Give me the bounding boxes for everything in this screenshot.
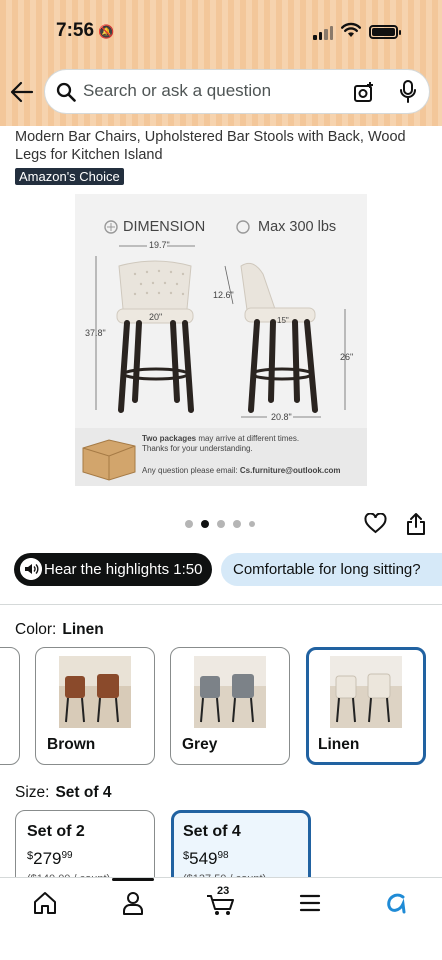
package-text-2: Thanks for your understanding. [142, 444, 253, 453]
size-label-row: Size: Set of 4 [15, 784, 111, 802]
dim-top-width: 19.7" [149, 240, 170, 250]
color-label-row: Color: Linen [15, 621, 104, 639]
swatch-name-grey: Grey [182, 736, 218, 753]
swatch-name-brown: Brown [47, 736, 96, 753]
swatch-image-grey [194, 656, 266, 728]
email-prefix: Any question please email: [142, 466, 240, 475]
dim-back: 12.6" [213, 290, 234, 300]
microphone-icon[interactable] [399, 80, 417, 104]
package-text: may arrive at different times. [196, 434, 300, 443]
menu-icon[interactable] [297, 890, 323, 916]
image-carousel-dots[interactable] [185, 520, 255, 528]
color-swatch-partial[interactable] [0, 647, 20, 765]
dimension-label: DIMENSION [123, 219, 206, 235]
search-bar[interactable] [44, 69, 430, 114]
heart-icon[interactable] [364, 513, 387, 534]
search-input[interactable] [83, 81, 343, 101]
hear-highlights-button[interactable]: Hear the highlights 1:50 [14, 553, 212, 586]
product-title[interactable]: Modern Bar Chairs, Upholstered Bar Stool… [15, 128, 435, 164]
dim-seat-width: 20" [149, 312, 163, 322]
size-selected-value: Set of 4 [55, 784, 112, 801]
size-option-name: Set of 4 [183, 823, 241, 840]
amazons-choice-badge: Amazon's Choice [15, 168, 124, 185]
carousel-dot[interactable] [233, 520, 241, 528]
question-pill-label: Comfortable for long sitting? [233, 561, 421, 578]
rufus-assistant-icon[interactable] [384, 890, 410, 916]
swatch-image-linen [330, 656, 402, 728]
bell-off-icon: 🔕 [98, 24, 115, 39]
cart-count: 23 [217, 885, 230, 897]
home-icon[interactable] [32, 890, 58, 916]
active-tab-indicator [112, 878, 154, 881]
divider [0, 604, 442, 605]
color-swatch-grey[interactable]: Grey [170, 647, 290, 765]
package-bold-text: Two packages [142, 434, 197, 443]
cellular-signal-icon [313, 26, 333, 40]
carousel-dot-active[interactable] [201, 520, 209, 528]
status-time: 7:56 [56, 20, 95, 41]
dim-height: 37.8" [85, 328, 106, 338]
color-label: Color: [15, 621, 57, 638]
dim-seat-height: 26" [340, 352, 354, 362]
size-option-price: $54998 [183, 849, 229, 868]
account-icon[interactable] [120, 890, 146, 916]
battery-icon [369, 25, 401, 39]
max-weight-label: Max 300 lbs [258, 219, 337, 235]
dim-base: 20.8" [271, 412, 292, 422]
dim-seat-depth: 15" [277, 316, 289, 325]
header: 7:56 🔕 [0, 0, 442, 126]
color-swatch-linen-selected[interactable]: Linen [306, 647, 426, 765]
support-email: Cs.furniture@outlook.com [239, 466, 341, 475]
question-pill[interactable]: Comfortable for long sitting? [221, 553, 442, 586]
size-label: Size: [15, 784, 50, 801]
wifi-icon [341, 22, 361, 37]
carousel-dot[interactable] [217, 520, 225, 528]
share-icon[interactable] [406, 512, 426, 536]
size-option-price: $27999 [27, 849, 73, 868]
carousel-dot[interactable] [249, 521, 255, 527]
color-swatch-brown[interactable]: Brown [35, 647, 155, 765]
swatch-image-brown [59, 656, 131, 728]
search-icon [56, 82, 76, 102]
color-selected-value: Linen [62, 621, 104, 638]
camera-search-icon[interactable] [353, 81, 375, 103]
speaker-icon [20, 558, 42, 580]
hear-highlights-label: Hear the highlights 1:50 [44, 561, 203, 578]
size-option-name: Set of 2 [27, 823, 85, 840]
carousel-dot[interactable] [185, 520, 193, 528]
product-image[interactable]: DIMENSION Max 300 lbs 19.7" 20" 37.8" 12… [75, 194, 367, 486]
back-arrow-icon[interactable] [10, 81, 34, 103]
swatch-name-linen: Linen [318, 736, 360, 753]
